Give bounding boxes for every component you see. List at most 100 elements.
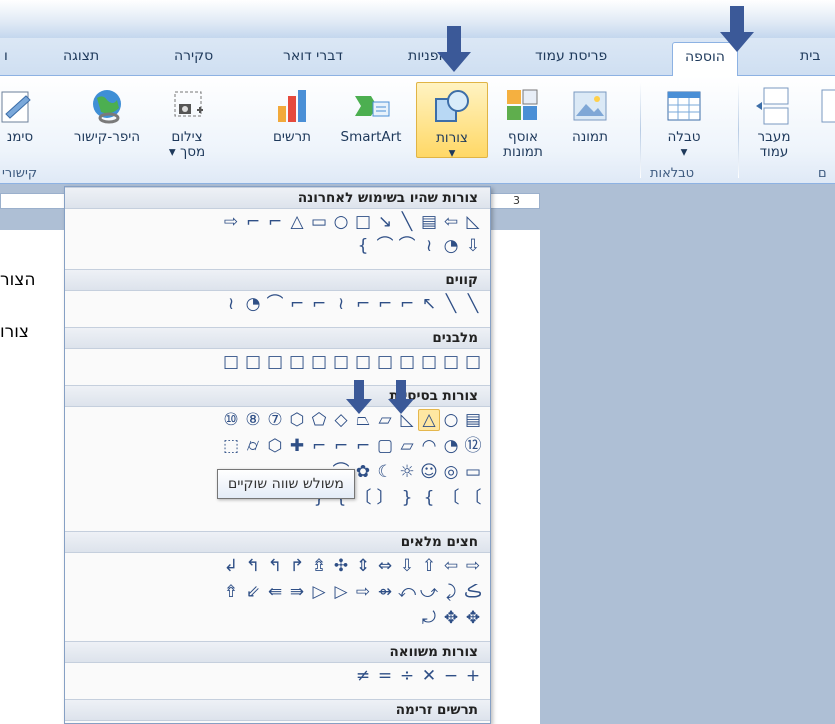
shapes-button[interactable]: צורות ▾ [416,82,488,161]
shape-option-icon[interactable]: ⇨ [462,555,484,577]
shape-option-icon[interactable]: □ [440,351,462,373]
shape-option-icon[interactable]: ↘ [374,211,396,233]
shape-option-icon[interactable]: □ [220,351,242,373]
shape-option-icon[interactable]: ↰ [242,555,264,577]
clipart-button[interactable]: אוסף תמונות [494,76,552,168]
shape-option-icon[interactable]: ↱ [286,555,308,577]
shape-option-icon[interactable]: = [374,665,396,687]
tab-page-layout[interactable]: פריסת עמוד [535,48,607,64]
shape-option-icon[interactable]: ✿ [352,461,374,483]
shape-option-icon[interactable]: □ [374,351,396,373]
shape-option-icon[interactable]: ⑩ [220,409,242,431]
shape-option-icon[interactable]: ▷ [330,581,352,603]
shape-option-icon[interactable]: □ [352,211,374,233]
shape-option-icon[interactable]: ✥ [462,607,484,629]
shape-option-icon[interactable]: □ [286,351,308,373]
shape-option-icon[interactable]: { [352,235,374,257]
shape-option-icon[interactable]: ⇦ [440,555,462,577]
shape-option-icon[interactable]: □ [352,351,374,373]
cover-page-button-partial[interactable] [818,76,835,168]
shape-option-icon[interactable]: ≀ [418,235,440,257]
shape-option-icon[interactable]: ▤ [462,409,484,431]
shape-option-icon[interactable]: □ [242,351,264,373]
shape-option-icon[interactable]: 〕 [374,487,396,509]
shape-option-icon[interactable]: ☺ [418,461,440,483]
document-text-line2[interactable]: צורו [0,322,29,342]
shape-option-icon[interactable]: 〔 [352,487,374,509]
shape-option-icon[interactable]: ⌐ [330,435,352,457]
shape-option-icon[interactable]: ⬚ [220,435,242,457]
tab-mailings[interactable]: דברי דואר [283,48,343,64]
shape-option-icon[interactable]: ⌒ [374,235,396,257]
shape-option-icon[interactable]: ▱ [396,435,418,457]
page-break-button[interactable]: מעבר עמוד [744,76,804,168]
shape-option-icon[interactable]: ⌐ [352,293,374,315]
picture-button[interactable]: תמונה [562,76,618,168]
shape-option-icon[interactable]: ⌐ [374,293,396,315]
shape-option-icon[interactable]: ☾ [374,461,396,483]
shape-option-icon[interactable]: ⤾ [418,607,440,629]
tab-partial-left[interactable]: ו [4,48,8,64]
shape-option-icon[interactable]: ⇴ [374,581,396,603]
shape-option-icon[interactable]: ⇨ [220,211,242,233]
shape-option-icon[interactable]: ✣ [330,555,352,577]
shape-option-icon[interactable]: ☼ [396,461,418,483]
shape-option-icon[interactable]: ✕ [418,665,440,687]
shape-option-icon[interactable]: ◺ [462,211,484,233]
shape-option-icon[interactable]: ⌒ [396,235,418,257]
shape-option-icon[interactable]: 〔 [440,487,462,509]
shape-option-icon[interactable]: ╲ [396,211,418,233]
shape-option-icon[interactable]: ⇦ [440,211,462,233]
shape-option-icon[interactable]: 〔 [462,487,484,509]
tab-home[interactable]: בית [800,48,820,64]
shape-option-icon[interactable]: ↲ [220,555,242,577]
shape-option-icon[interactable]: ▭ [308,211,330,233]
shape-option-icon[interactable]: ⇨ [352,581,374,603]
shape-option-icon[interactable]: ⤸ [440,581,462,603]
shape-option-icon[interactable]: + [462,665,484,687]
shape-option-icon[interactable]: ⌭ [242,435,264,457]
shape-option-icon[interactable]: ⌐ [286,293,308,315]
shape-option-icon[interactable]: ⇛ [286,581,308,603]
hyperlink-button[interactable]: היפר-קישור [66,76,148,168]
shape-option-icon[interactable]: □ [264,351,286,373]
shape-option-icon[interactable]: ⇩ [396,555,418,577]
shape-option-icon[interactable]: ▢ [374,435,396,457]
shape-option-icon[interactable]: ⑦ [264,409,286,431]
shape-option-icon[interactable]: ▤ [418,211,440,233]
shape-option-icon[interactable]: □ [330,351,352,373]
shape-option-icon[interactable]: ◎ [440,461,462,483]
shape-option-icon[interactable]: ⌐ [308,293,330,315]
shape-option-icon[interactable]: ◔ [440,435,462,457]
shape-option-icon[interactable]: { [418,487,440,509]
shape-option-icon[interactable]: ⬡ [286,409,308,431]
shape-option-icon[interactable]: ⤺ [396,581,418,603]
shape-option-icon[interactable]: ≀ [330,293,352,315]
chart-button[interactable]: תרשים [262,76,322,168]
shape-option-icon[interactable]: □ [308,351,330,373]
shape-option-icon[interactable]: ▭ [462,461,484,483]
signature-button[interactable]: סימנ [0,76,40,168]
shape-option-icon[interactable]: ⇧ [418,555,440,577]
shape-option-icon[interactable]: ڪ [462,581,484,603]
shape-option-icon[interactable]: ⬠ [308,409,330,431]
shape-option-icon[interactable]: ÷ [396,665,418,687]
shape-option-icon[interactable]: ⌐ [242,211,264,233]
shape-option-icon[interactable]: ⇯ [308,555,330,577]
shape-option-icon[interactable]: ⑫ [462,435,484,457]
shape-option-icon[interactable]: ✚ [286,435,308,457]
shape-option-icon[interactable]: − [440,665,462,687]
shape-option-icon[interactable]: ⇚ [264,581,286,603]
tab-review[interactable]: סקירה [174,48,213,64]
shape-option-icon[interactable]: ◔ [440,235,462,257]
shape-option-icon[interactable]: ⌐ [396,293,418,315]
shape-option-icon[interactable]: ↰ [264,555,286,577]
shape-option-icon[interactable]: ╲ [462,293,484,315]
shape-option-icon[interactable]: ╲ [440,293,462,315]
shape-option-icon[interactable]: △ [286,211,308,233]
shape-option-icon[interactable]: ⌐ [308,435,330,457]
shape-option-icon[interactable]: ⇙ [242,581,264,603]
shape-option-icon[interactable]: ⇕ [352,555,374,577]
smartart-button[interactable]: SmartArt [334,76,408,168]
shape-option-icon[interactable]: □ [462,351,484,373]
